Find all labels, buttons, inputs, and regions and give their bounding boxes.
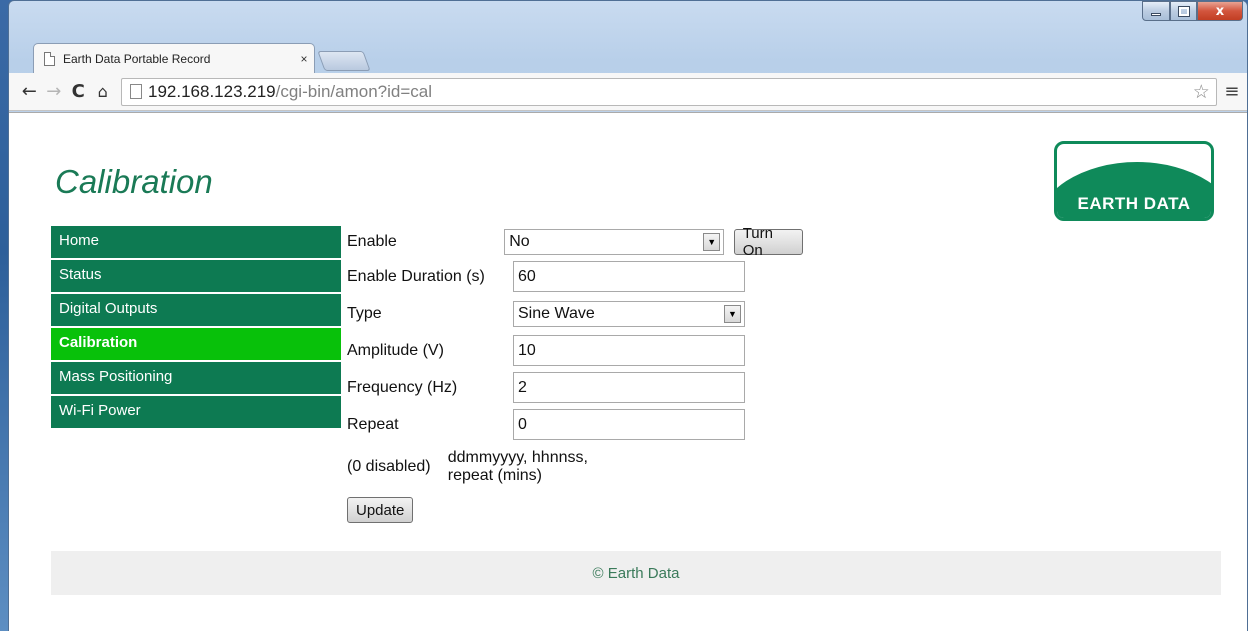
update-button[interactable]: Update	[347, 497, 414, 523]
menu-icon: ≡	[1224, 81, 1240, 102]
minimize-button[interactable]	[1142, 1, 1170, 21]
sidebar-item-calibration[interactable]: Calibration	[51, 328, 341, 360]
url-path: /cgi-bin/amon?id=cal	[275, 81, 433, 101]
sidebar-item-home[interactable]: Home	[51, 226, 341, 258]
browser-tab[interactable]: Earth Data Portable Record ×	[33, 43, 315, 73]
window-controls: x	[1142, 1, 1243, 21]
update-row: Update	[347, 497, 414, 523]
sidebar-item-wifi-power[interactable]: Wi-Fi Power	[51, 396, 341, 428]
logo-text: EARTH DATA	[1077, 194, 1191, 213]
repeat-note: (0 disabled)	[347, 458, 431, 475]
dropdown-arrow-icon: ▼	[703, 233, 721, 251]
sidebar-item-status[interactable]: Status	[51, 260, 341, 292]
address-bar[interactable]: 192.168.123.219/cgi-bin/amon?id=cal ☆	[121, 77, 1217, 106]
browser-toolbar: ← → C ⌂ 192.168.123.219/cgi-bin/amon?id=…	[9, 73, 1247, 111]
frequency-input[interactable]: 2	[513, 372, 745, 403]
forward-button[interactable]: →	[42, 79, 67, 105]
duration-label: Enable Duration (s)	[347, 267, 485, 285]
repeat-label: Repeat	[347, 415, 399, 433]
repeat-hint-row: (0 disabled) ddmmyyyy, hhnnss, repeat (m…	[347, 449, 593, 485]
repeat-row: Repeat 0	[347, 409, 745, 440]
browser-window: x Earth Data Portable Record × ← → C ⌂ 1…	[8, 0, 1248, 631]
page-viewport: Calibration EARTH DATA Home Status Digit…	[9, 112, 1247, 631]
amplitude-input[interactable]: 10	[513, 335, 745, 366]
reload-button[interactable]: C	[66, 79, 91, 105]
dropdown-arrow-icon: ▼	[724, 305, 741, 323]
turn-on-button[interactable]: Turn On	[733, 225, 804, 259]
page-icon	[44, 51, 55, 66]
type-select-value: Sine Wave	[518, 305, 595, 322]
maximize-icon	[1177, 5, 1190, 17]
page-icon	[130, 84, 142, 99]
repeat-format-hint: ddmmyyyy, hhnnss, repeat (mins)	[447, 449, 588, 484]
type-label: Type	[347, 305, 382, 322]
close-window-button[interactable]: x	[1197, 1, 1243, 21]
amplitude-label: Amplitude (V)	[347, 341, 444, 359]
repeat-input[interactable]: 0	[513, 409, 745, 440]
type-select[interactable]: Sine Wave ▼	[513, 301, 745, 327]
forward-arrow-icon: →	[46, 81, 62, 102]
enable-row: Enable No ▼ Turn On	[347, 225, 804, 259]
duration-row: Enable Duration (s) 60	[347, 261, 745, 292]
footer: © Earth Data	[51, 551, 1221, 595]
bookmark-star-icon[interactable]: ☆	[1193, 81, 1210, 103]
minimize-icon	[1151, 12, 1161, 16]
home-button[interactable]: ⌂	[91, 79, 116, 105]
url-host: 192.168.123.219	[148, 81, 276, 101]
type-row: Type Sine Wave ▼	[347, 301, 745, 327]
sidebar-item-digital-outputs[interactable]: Digital Outputs	[51, 294, 341, 326]
duration-input[interactable]: 60	[513, 261, 745, 292]
frequency-row: Frequency (Hz) 2	[347, 372, 745, 403]
browser-menu-button[interactable]: ≡	[1217, 81, 1247, 102]
frequency-label: Frequency (Hz)	[347, 378, 458, 396]
enable-select-value: No	[509, 233, 530, 250]
back-arrow-icon: ←	[21, 81, 37, 102]
new-tab-button[interactable]	[317, 51, 371, 71]
back-button[interactable]: ←	[17, 79, 42, 105]
home-icon: ⌂	[97, 82, 108, 101]
tab-close-icon[interactable]: ×	[294, 52, 314, 66]
sidebar-item-mass-positioning[interactable]: Mass Positioning	[51, 362, 341, 394]
enable-select[interactable]: No ▼	[504, 229, 725, 255]
enable-label: Enable	[347, 233, 397, 250]
amplitude-row: Amplitude (V) 10	[347, 335, 745, 366]
tab-title: Earth Data Portable Record	[63, 51, 211, 66]
page-title: Calibration	[55, 163, 213, 200]
sidebar-nav: Home Status Digital Outputs Calibration …	[51, 226, 341, 430]
reload-icon: C	[71, 81, 85, 102]
close-icon: x	[1215, 3, 1225, 19]
earth-data-logo: EARTH DATA	[1054, 141, 1214, 221]
maximize-button[interactable]	[1170, 1, 1197, 21]
